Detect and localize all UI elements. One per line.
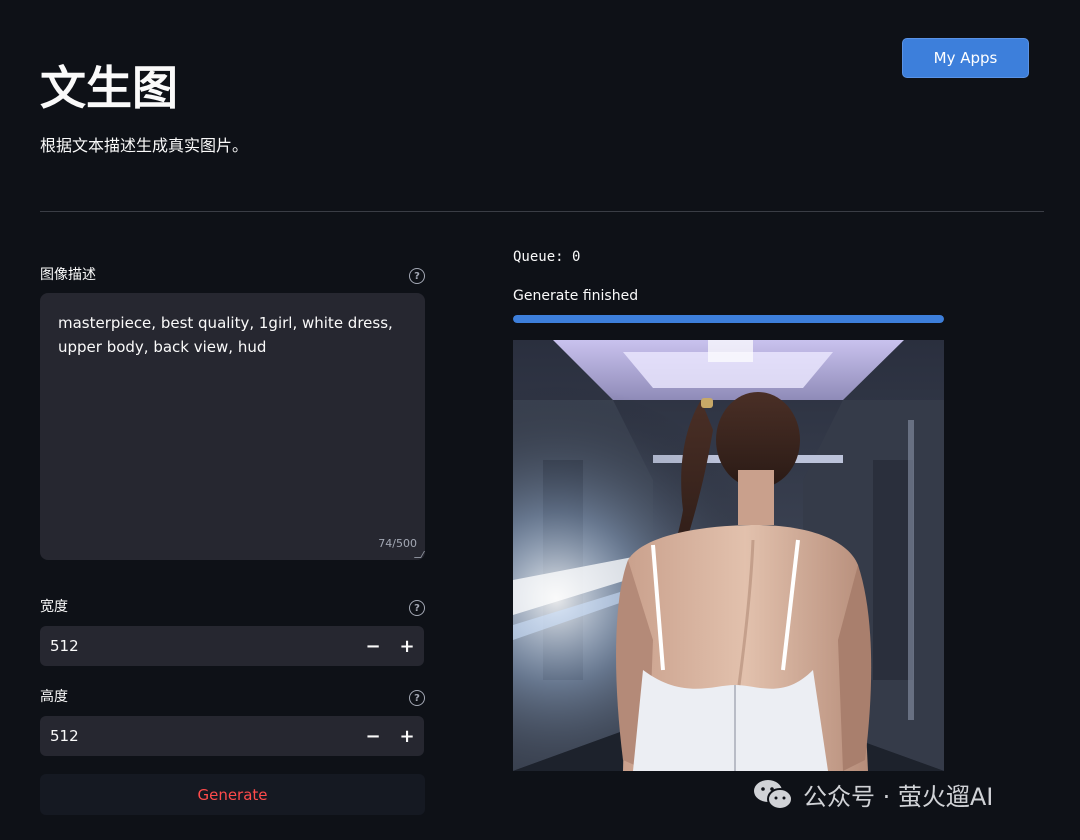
watermark: 公众号 · 萤火遛AI — [753, 777, 993, 812]
width-decrement-button[interactable]: − — [356, 626, 390, 666]
width-value[interactable]: 512 — [40, 637, 356, 655]
wechat-icon — [754, 779, 793, 810]
page-subtitle: 根据文本描述生成真实图片。 — [40, 136, 249, 155]
generated-image — [513, 340, 944, 771]
char-count: 74/500 — [378, 537, 417, 550]
prompt-textarea[interactable]: masterpiece, best quality, 1girl, white … — [40, 293, 426, 560]
header-divider — [40, 211, 1044, 212]
height-decrement-button[interactable]: − — [356, 716, 390, 756]
generation-status: Generate finished — [513, 288, 639, 304]
width-help-icon[interactable]: ? — [409, 600, 425, 616]
width-increment-button[interactable]: + — [390, 626, 424, 666]
height-input[interactable]: 512 − + — [40, 716, 424, 756]
width-label: 宽度 — [40, 599, 68, 615]
prompt-text: masterpiece, best quality, 1girl, white … — [58, 314, 393, 356]
height-value[interactable]: 512 — [40, 727, 356, 745]
queue-status: Queue: 0 — [513, 249, 581, 265]
height-label: 高度 — [40, 689, 68, 705]
height-increment-button[interactable]: + — [390, 716, 424, 756]
width-input[interactable]: 512 − + — [40, 626, 424, 666]
height-help-icon[interactable]: ? — [409, 690, 425, 706]
prompt-help-icon[interactable]: ? — [409, 268, 425, 284]
my-apps-button[interactable]: My Apps — [902, 38, 1029, 78]
page-title: 文生图 — [40, 61, 178, 115]
generate-button[interactable]: Generate — [40, 774, 425, 815]
generated-image-illustration — [513, 340, 944, 771]
watermark-text: 公众号 · 萤火遛AI — [803, 783, 994, 811]
prompt-label: 图像描述 — [40, 267, 96, 283]
progress-bar — [513, 315, 944, 323]
progress-fill — [513, 315, 944, 323]
